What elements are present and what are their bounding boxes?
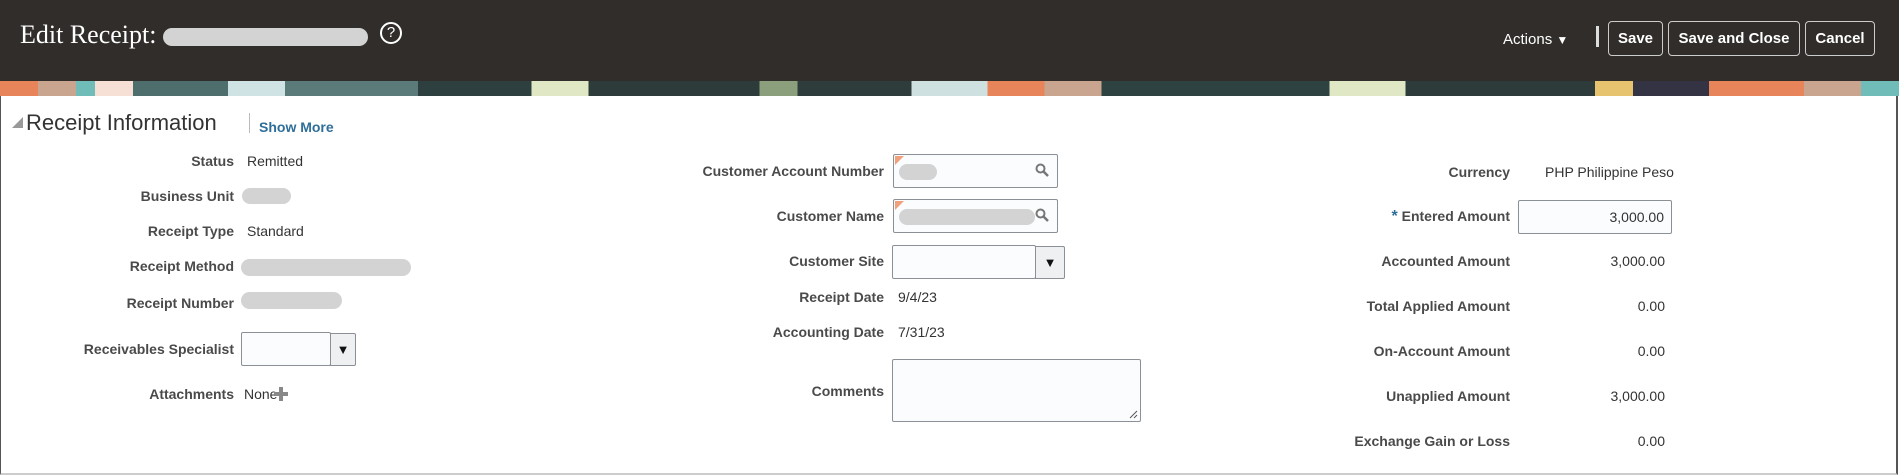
unapplied-amount-value: 3,000.00 bbox=[1610, 388, 1666, 404]
dropdown-arrow-icon: ▼ bbox=[1043, 255, 1057, 270]
receivables-specialist-dropdown[interactable]: ▼ bbox=[330, 333, 356, 366]
changed-indicator-icon bbox=[895, 201, 904, 210]
toolbar-divider bbox=[1596, 26, 1599, 47]
redacted-receipt-name bbox=[162, 28, 368, 47]
business-unit-label: Business Unit bbox=[140, 188, 234, 204]
cancel-button[interactable]: Cancel bbox=[1805, 21, 1875, 56]
entered-amount-label-text: Entered Amount bbox=[1401, 208, 1510, 224]
customer-account-number-label: Customer Account Number bbox=[702, 163, 884, 179]
section-title: Receipt Information bbox=[26, 110, 217, 135]
unapplied-amount-label: Unapplied Amount bbox=[1386, 388, 1510, 404]
add-attachment-icon[interactable] bbox=[274, 386, 288, 402]
help-icon[interactable]: ? bbox=[380, 22, 402, 44]
page-header: Edit Receipt: ? Actions ▼ Save Save and … bbox=[0, 0, 1899, 81]
divider bbox=[249, 113, 250, 133]
receipt-type-value: Standard bbox=[247, 223, 304, 239]
status-label: Status bbox=[191, 153, 234, 169]
page-title-text: Edit Receipt: bbox=[20, 20, 157, 49]
dropdown-arrow-icon: ▼ bbox=[336, 342, 350, 357]
accounting-date-value: 7/31/23 bbox=[898, 324, 945, 340]
show-more-link[interactable]: Show More bbox=[259, 119, 334, 135]
attachments-value: None bbox=[244, 386, 278, 402]
comments-textarea[interactable] bbox=[892, 359, 1141, 422]
customer-account-number-input[interactable] bbox=[893, 154, 1058, 188]
comments-label: Comments bbox=[811, 383, 884, 399]
currency-label: Currency bbox=[1448, 164, 1510, 180]
on-account-amount-label: On-Account Amount bbox=[1373, 343, 1510, 359]
receivables-specialist-input[interactable] bbox=[241, 332, 331, 366]
page-title: Edit Receipt: bbox=[20, 20, 368, 50]
decorative-banner bbox=[0, 81, 1899, 96]
customer-site-input[interactable] bbox=[892, 245, 1036, 279]
actions-label: Actions bbox=[1503, 31, 1553, 48]
customer-name-label: Customer Name bbox=[776, 208, 884, 224]
receivables-specialist-label: Receivables Specialist bbox=[83, 341, 234, 357]
total-applied-amount-label: Total Applied Amount bbox=[1366, 298, 1510, 314]
receipt-type-label: Receipt Type bbox=[147, 223, 234, 239]
chevron-down-icon: ▼ bbox=[1556, 33, 1569, 47]
receipt-date-value: 9/4/23 bbox=[898, 289, 937, 305]
customer-site-label: Customer Site bbox=[789, 253, 884, 269]
redacted-customer-name bbox=[899, 209, 1035, 225]
redacted-receipt-method bbox=[241, 259, 411, 276]
customer-name-input[interactable] bbox=[893, 199, 1058, 233]
save-button[interactable]: Save bbox=[1608, 21, 1663, 56]
currency-value: PHP Philippine Peso bbox=[1545, 164, 1674, 180]
exchange-gain-loss-label: Exchange Gain or Loss bbox=[1354, 433, 1510, 449]
collapse-triangle-icon[interactable] bbox=[12, 117, 23, 128]
status-value: Remitted bbox=[247, 153, 304, 169]
save-and-close-button[interactable]: Save and Close bbox=[1668, 21, 1800, 56]
resize-handle-icon[interactable] bbox=[1129, 410, 1138, 419]
entered-amount-input[interactable]: 3,000.00 bbox=[1518, 200, 1672, 234]
total-applied-amount-value: 0.00 bbox=[1637, 298, 1665, 314]
accounting-date-label: Accounting Date bbox=[772, 324, 884, 340]
accounted-amount-value: 3,000.00 bbox=[1610, 253, 1666, 269]
search-icon[interactable] bbox=[1035, 208, 1049, 222]
changed-indicator-icon bbox=[895, 156, 904, 165]
accounted-amount-label: Accounted Amount bbox=[1381, 253, 1510, 269]
receipt-number-label: Receipt Number bbox=[126, 295, 234, 311]
customer-site-dropdown[interactable]: ▼ bbox=[1035, 246, 1065, 279]
attachments-label: Attachments bbox=[149, 386, 234, 402]
redacted-receipt-number bbox=[241, 292, 342, 309]
redacted-business-unit bbox=[242, 188, 291, 204]
entered-amount-label: * Entered Amount bbox=[1392, 208, 1511, 226]
redacted-account-number bbox=[899, 164, 937, 180]
exchange-gain-loss-value: 0.00 bbox=[1637, 433, 1665, 449]
required-indicator: * bbox=[1391, 208, 1398, 225]
receipt-date-label: Receipt Date bbox=[799, 289, 884, 305]
on-account-amount-value: 0.00 bbox=[1637, 343, 1665, 359]
search-icon[interactable] bbox=[1035, 163, 1049, 177]
receipt-method-label: Receipt Method bbox=[129, 258, 234, 274]
actions-menu[interactable]: Actions ▼ bbox=[1503, 31, 1568, 48]
